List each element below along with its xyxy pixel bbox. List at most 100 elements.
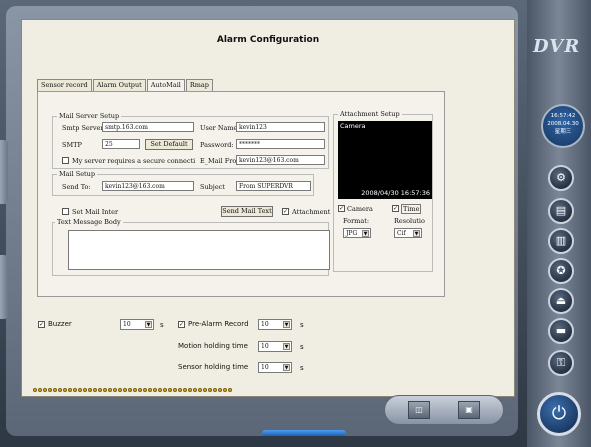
subject-label: Subject <box>200 183 225 191</box>
channel-dot <box>208 388 212 392</box>
preview-timestamp: 2008/04/30 16:57:36 <box>361 189 430 197</box>
smtp-server-input[interactable]: smtp.163.com <box>102 122 194 132</box>
clock-display: 16:57:42 2008.04.30 星期三 <box>541 104 585 148</box>
text-message-label: Text Message Body <box>55 218 123 226</box>
mail-server-group-label: Mail Server Setup <box>57 112 122 120</box>
buzzer-select[interactable]: 10 ▼ <box>120 319 154 330</box>
attachment-label: Attachment <box>292 208 331 216</box>
buzzer-label: Buzzer <box>48 320 72 328</box>
send-to-input[interactable]: kevin123@163.com <box>102 181 194 191</box>
set-default-button[interactable]: Set Default <box>145 139 193 150</box>
pre-alarm-select[interactable]: 10 ▼ <box>258 319 292 330</box>
record-icon[interactable]: ▣ <box>458 401 480 419</box>
resolution-select-value: Cif <box>397 230 406 237</box>
channel-dot <box>218 388 222 392</box>
email-from-input[interactable]: kevin123@163.com <box>236 155 325 165</box>
channel-dot <box>33 388 37 392</box>
channel-dot <box>143 388 147 392</box>
send-mail-text-button[interactable]: Send Mail Text <box>221 206 273 217</box>
channel-dot <box>213 388 217 392</box>
channel-dot <box>148 388 152 392</box>
minus-icon[interactable]: ▬ <box>548 318 574 344</box>
clock-weekday: 星期三 <box>554 129 572 135</box>
tab-bar: Sensor record Alarm Output AutoMail Rmap <box>37 79 214 91</box>
secure-connection-label: My server requires a secure connecti <box>72 157 196 165</box>
format-label: Format: <box>343 217 370 225</box>
channel-dot <box>58 388 62 392</box>
sensor-holding-select[interactable]: 10 ▼ <box>258 362 292 373</box>
send-to-label: Send To: <box>62 183 91 191</box>
run-icon[interactable]: ✪ <box>548 258 574 284</box>
channel-dot <box>128 388 132 392</box>
brand-logo: DVR <box>533 36 581 57</box>
resolution-select[interactable]: Cif ▼ <box>394 228 422 238</box>
key-icon[interactable]: ⚿ <box>548 350 574 376</box>
user-name-input[interactable]: kevin123 <box>236 122 325 132</box>
tab-automail[interactable]: AutoMail <box>146 79 185 91</box>
channel-dot <box>78 388 82 392</box>
channel-dot <box>108 388 112 392</box>
channel-indicators <box>33 388 232 392</box>
channel-dot <box>118 388 122 392</box>
smtp-port-input[interactable]: 25 <box>102 139 140 149</box>
buzzer-select-value: 10 <box>123 321 131 328</box>
camera-preview: Camera 2008/04/30 16:57:36 <box>338 121 432 199</box>
attachment-checkbox[interactable]: ✓ <box>282 208 289 215</box>
channel-dot <box>88 388 92 392</box>
channel-dot <box>53 388 57 392</box>
channel-dot <box>228 388 232 392</box>
camera-overlay-label: Camera <box>340 122 366 130</box>
set-mail-inter-label: Set Mail Inter <box>72 208 119 216</box>
motion-holding-select[interactable]: 10 ▼ <box>258 341 292 352</box>
left-grip-bottom[interactable] <box>0 255 8 319</box>
chevron-down-icon: ▼ <box>283 321 290 328</box>
chevron-down-icon: ▼ <box>283 343 290 350</box>
channel-dot <box>168 388 172 392</box>
calendar-icon[interactable]: ▤ <box>548 198 574 224</box>
channel-dot <box>158 388 162 392</box>
tab-sensor-record[interactable]: Sensor record <box>37 79 92 91</box>
channel-dot <box>68 388 72 392</box>
chevron-down-icon: ▼ <box>413 230 420 237</box>
format-select[interactable]: JPG ▼ <box>343 228 371 238</box>
channel-dot <box>43 388 47 392</box>
camera-checkbox[interactable]: ✓ <box>338 205 345 212</box>
gear-icon[interactable]: ⚙ <box>548 165 574 191</box>
left-grip-top[interactable] <box>0 140 8 204</box>
channel-dot <box>198 388 202 392</box>
channel-dot <box>188 388 192 392</box>
eject-icon[interactable]: ⏏ <box>548 288 574 314</box>
resolution-label: Resolutio <box>394 217 425 225</box>
chevron-down-icon: ▼ <box>362 230 369 237</box>
clock-date: 2008.04.30 <box>547 121 579 127</box>
channel-dot <box>73 388 77 392</box>
progress-bar <box>262 430 346 436</box>
buzzer-checkbox[interactable]: ✓ <box>38 321 45 328</box>
password-input[interactable]: ******* <box>236 139 325 149</box>
motion-holding-label: Motion holding time <box>178 342 248 350</box>
motion-holding-value: 10 <box>261 343 269 350</box>
film-icon[interactable]: ▥ <box>548 228 574 254</box>
smtp-server-label: Smtp Server <box>62 124 104 132</box>
channel-dot <box>178 388 182 392</box>
buzzer-unit: s <box>160 321 164 329</box>
tab-rmap[interactable]: Rmap <box>185 79 213 91</box>
channel-dot <box>163 388 167 392</box>
power-icon[interactable]: ⏻ <box>537 392 581 436</box>
subject-input[interactable]: From SUPERDVR <box>236 181 311 191</box>
sensor-holding-unit: s <box>300 364 304 372</box>
set-mail-inter-checkbox[interactable] <box>62 208 69 215</box>
text-message-input[interactable] <box>68 230 330 270</box>
motion-holding-unit: s <box>300 343 304 351</box>
channel-dot <box>193 388 197 392</box>
tab-alarm-output[interactable]: Alarm Output <box>92 79 146 91</box>
clock-time: 16:57:42 <box>550 113 576 119</box>
channel-dot <box>38 388 42 392</box>
format-select-value: JPG <box>346 230 358 237</box>
channel-dot <box>133 388 137 392</box>
camera-icon[interactable]: ◫ <box>408 401 430 419</box>
pre-alarm-checkbox[interactable]: ✓ <box>178 321 185 328</box>
smtp-port-label: SMTP <box>62 141 82 149</box>
secure-connection-checkbox[interactable] <box>62 157 69 164</box>
time-checkbox[interactable]: ✓ <box>392 205 399 212</box>
